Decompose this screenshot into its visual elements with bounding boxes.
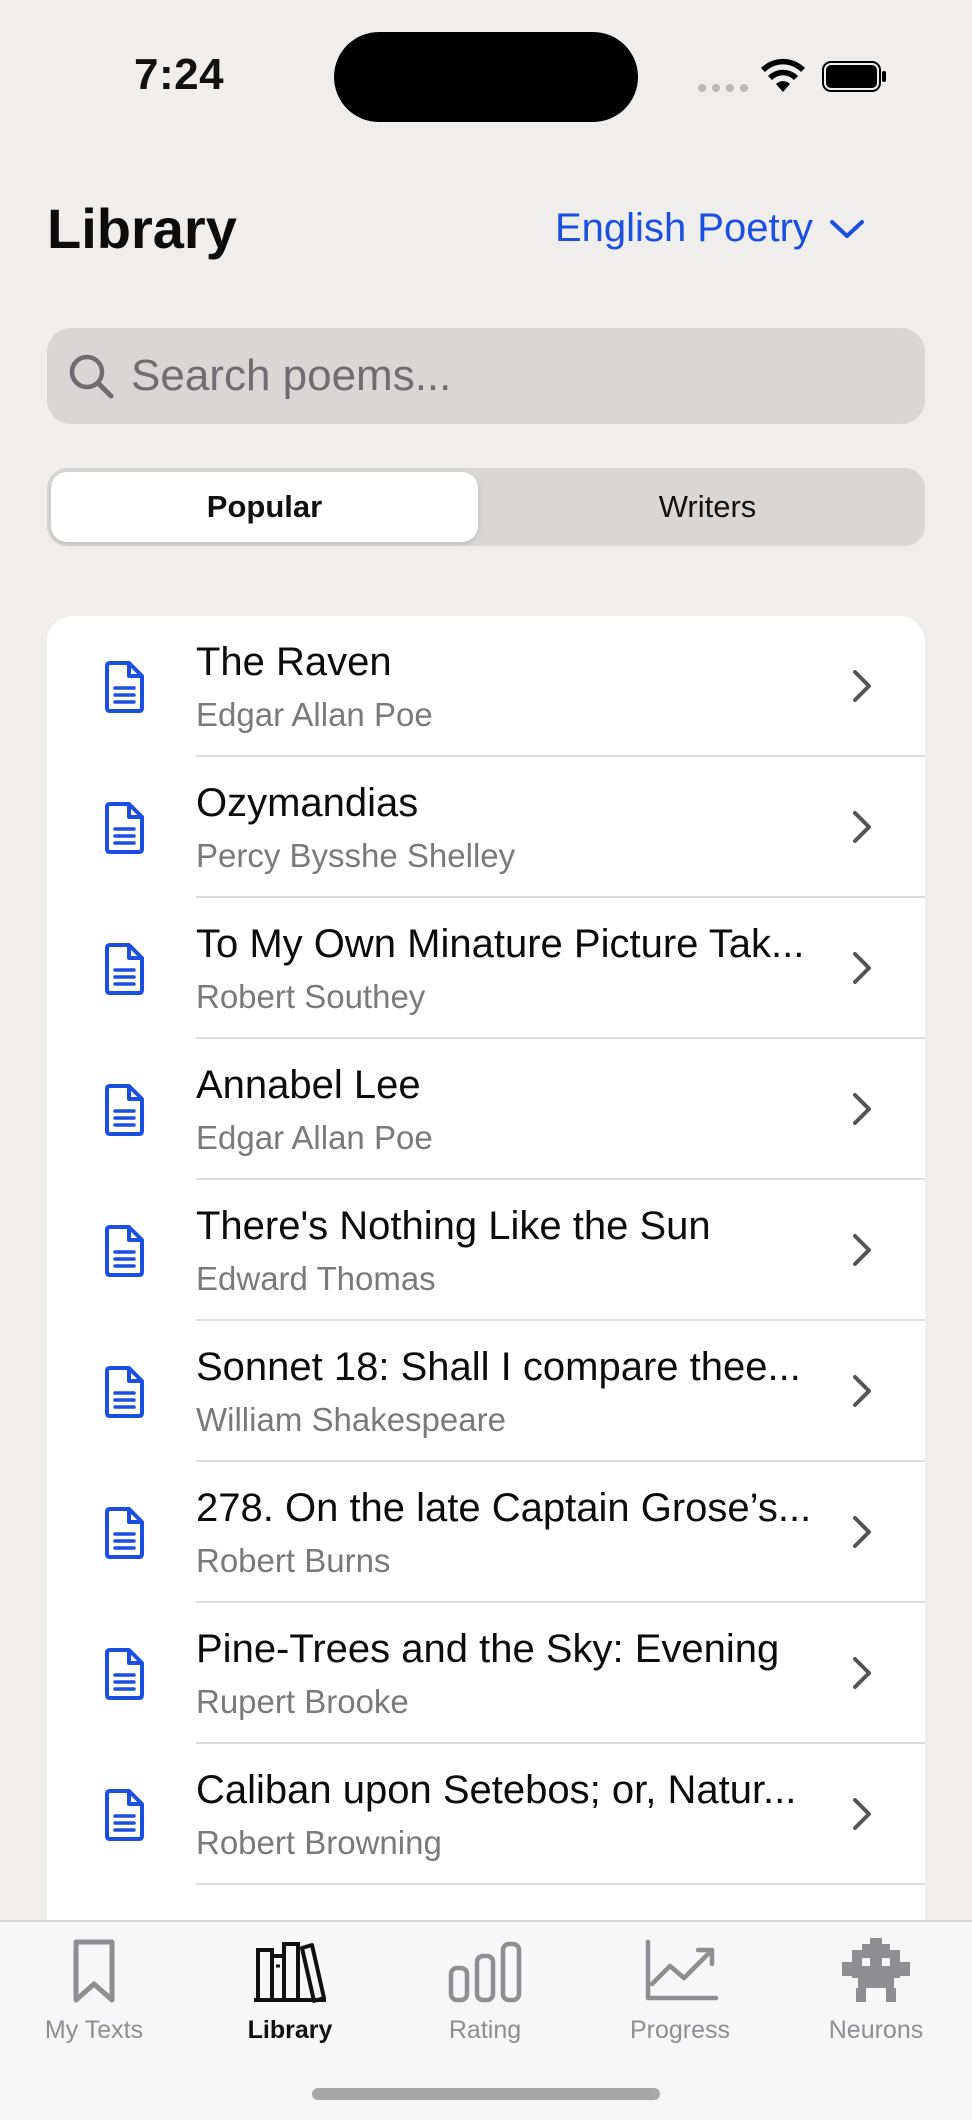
chevron-right-icon — [853, 670, 871, 702]
poem-title: There's Nothing Like the Sun — [196, 1204, 711, 1248]
wifi-icon — [761, 58, 805, 92]
poem-author: Percy Bysshe Shelley — [196, 837, 516, 874]
document-icon — [105, 661, 144, 713]
language-picker[interactable]: English Poetry — [555, 206, 865, 251]
chevron-right-icon — [853, 1516, 871, 1548]
tab-my-texts[interactable]: My Texts — [14, 1936, 174, 2056]
document-icon — [105, 1084, 144, 1136]
poem-title: To My Own Minature Picture Tak... — [196, 922, 805, 966]
poem-row[interactable]: To My Own Minature Picture Tak... Robert … — [47, 898, 925, 1039]
document-icon — [105, 1507, 144, 1559]
poem-row[interactable]: Pine-Trees and the Sky: Evening Rupert Br… — [47, 1603, 925, 1744]
status-bar: 7:24 — [0, 0, 972, 150]
chevron-down-icon — [829, 219, 864, 238]
document-icon — [105, 1225, 144, 1277]
tab-neurons[interactable]: Neurons — [796, 1936, 956, 2056]
poem-row[interactable]: 278. On the late Captain Grose’s... Rober… — [47, 1462, 925, 1603]
document-icon — [105, 1366, 144, 1418]
tab-rating[interactable]: Rating — [405, 1936, 565, 2056]
poem-row[interactable]: Ozymandias Percy Bysshe Shelley — [47, 757, 925, 898]
segment-writers[interactable]: Writers — [494, 472, 921, 542]
chevron-right-icon — [853, 1234, 871, 1266]
poem-row[interactable]: Sonnet 18: Shall I compare thee... Willia… — [47, 1321, 925, 1462]
robot-icon — [842, 1938, 910, 2002]
poem-author: William Shakespeare — [196, 1401, 506, 1438]
poem-title: Annabel Lee — [196, 1063, 421, 1107]
tab-label: Neurons — [828, 2016, 924, 2044]
chevron-right-icon — [853, 1657, 871, 1689]
poem-title: Sonnet 18: Shall I compare thee... — [196, 1345, 801, 1389]
tab-label: Rating — [448, 2016, 522, 2044]
segment-popular[interactable]: Popular — [51, 472, 478, 542]
chevron-right-icon — [853, 1798, 871, 1830]
document-icon — [105, 943, 144, 995]
chevron-right-icon — [853, 1093, 871, 1125]
poem-title: Caliban upon Setebos; or, Natur... — [196, 1768, 797, 1812]
chevron-right-icon — [853, 1375, 871, 1407]
bar-chart-icon — [448, 1941, 522, 2003]
document-icon — [105, 1648, 144, 1700]
tab-library[interactable]: Library — [210, 1936, 370, 2056]
poem-author: Edgar Allan Poe — [196, 696, 433, 733]
poem-author: Robert Browning — [196, 1824, 442, 1861]
poem-row[interactable]: Caliban upon Setebos; or, Natur... Robert… — [47, 1744, 925, 1885]
poem-row[interactable]: There's Nothing Like the Sun Edward Thoma… — [47, 1180, 925, 1321]
trend-chart-icon — [645, 1939, 719, 2001]
chevron-right-icon — [853, 811, 871, 843]
chevron-right-icon — [853, 952, 871, 984]
battery-icon — [822, 61, 886, 92]
poem-author: Robert Burns — [196, 1542, 391, 1579]
poem-title: The Raven — [196, 640, 392, 684]
segmented-control: Popular Writers — [47, 468, 925, 546]
language-picker-label: English Poetry — [555, 206, 813, 250]
tab-label: Library — [247, 2016, 333, 2044]
poem-author: Edgar Allan Poe — [196, 1119, 433, 1156]
books-icon — [254, 1942, 326, 2003]
tab-progress[interactable]: Progress — [600, 1936, 760, 2056]
tab-label: Progress — [629, 2016, 731, 2044]
poem-row[interactable]: Annabel Lee Edgar Allan Poe — [47, 1039, 925, 1180]
bookmark-icon — [73, 1939, 115, 2003]
search-icon — [69, 354, 114, 399]
tab-label: My Texts — [44, 2016, 144, 2044]
status-time: 7:24 — [134, 50, 225, 99]
poem-title: 278. On the late Captain Grose’s... — [196, 1486, 812, 1530]
poem-row[interactable]: The Raven Edgar Allan Poe — [47, 616, 925, 757]
row-divider — [196, 1883, 925, 1885]
poem-author: Edward Thomas — [196, 1260, 436, 1297]
search-bar[interactable] — [47, 328, 925, 424]
search-input[interactable] — [131, 351, 891, 401]
page-title: Library — [47, 197, 237, 260]
cellular-signal-icon — [698, 84, 748, 92]
poem-title: Pine-Trees and the Sky: Evening — [196, 1627, 780, 1671]
poem-author: Rupert Brooke — [196, 1683, 409, 1720]
document-icon — [105, 802, 144, 854]
home-indicator — [312, 2088, 660, 2100]
poem-title: Ozymandias — [196, 781, 419, 825]
poem-author: Robert Southey — [196, 978, 426, 1015]
dynamic-island — [334, 32, 638, 122]
document-icon — [105, 1789, 144, 1841]
poem-list: The Raven Edgar Allan Poe Ozymandias Percy … — [47, 616, 925, 1920]
